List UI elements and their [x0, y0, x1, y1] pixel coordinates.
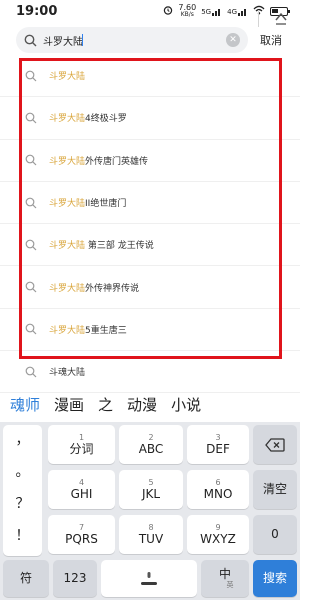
candidate-word[interactable]: 之: [98, 394, 113, 415]
symbol-key-question[interactable]: ？: [3, 493, 42, 513]
net-speed: 7.60 KB/s: [178, 3, 197, 19]
status-time: 19:00: [16, 3, 58, 19]
cancel-button[interactable]: 取消: [260, 32, 282, 48]
zero-key[interactable]: 0: [253, 515, 297, 554]
suggestion-match: 斗罗大陆: [49, 283, 86, 294]
search-box[interactable]: 斗罗大陆 ✕: [16, 27, 248, 53]
clear-search-icon[interactable]: ✕: [226, 33, 240, 47]
suggestion-text: 外传神界传说: [85, 283, 140, 294]
symbol-column[interactable]: ， 。 ？ ！: [3, 425, 42, 556]
keyboard: ， 。 ？ ！ 1 分词 2 ABC 3 DEF 4 GHI 5 JKL 6 M…: [0, 422, 300, 600]
suggestion-item[interactable]: 斗罗大陆 外传神界传说: [0, 266, 300, 309]
language-switch-key[interactable]: 中 英: [201, 560, 249, 597]
candidate-word[interactable]: 魂师: [10, 394, 40, 415]
alarm-icon: [163, 5, 173, 17]
wifi-icon: [253, 5, 265, 17]
candidate-word[interactable]: 小说: [171, 394, 201, 415]
key-6[interactable]: 6 MNO: [187, 470, 249, 509]
search-icon: [25, 366, 37, 378]
search-icon: [25, 70, 37, 82]
suggestion-item[interactable]: 斗罗大陆 II绝世唐门: [0, 182, 300, 225]
search-header: 斗罗大陆 ✕ 取消: [0, 26, 300, 54]
search-icon: [25, 197, 37, 209]
suggestion-text: 第三部 龙王传说: [85, 241, 154, 252]
status-bar: 19:00 7.60 KB/s 5G 4G: [0, 0, 300, 22]
search-icon: [25, 112, 37, 124]
suggestion-match: 斗罗大陆: [49, 72, 86, 83]
text-cursor: [82, 34, 83, 46]
suggestion-match: 斗罗大陆: [49, 325, 86, 336]
search-icon: [25, 239, 37, 251]
space-key[interactable]: [101, 560, 197, 597]
search-icon: [25, 323, 37, 335]
key-9[interactable]: 9 WXYZ: [187, 515, 249, 554]
suggestion-match: 斗罗大陆: [49, 199, 86, 210]
key-8[interactable]: 8 TUV: [119, 515, 183, 554]
suggestion-item[interactable]: 斗罗大陆 4终极斗罗: [0, 97, 300, 140]
suggestion-match: 斗罗大陆: [49, 156, 86, 167]
suggestion-list: 斗罗大陆 斗罗大陆 4终极斗罗 斗罗大陆 外传唐门英雄传 斗罗大陆 II绝世唐门 斗罗大陆 第…: [0, 55, 300, 394]
key-5[interactable]: 5 JKL: [119, 470, 183, 509]
key-3[interactable]: 3 DEF: [187, 425, 249, 464]
key-1[interactable]: 1 分词: [48, 425, 115, 464]
symbol-key-comma[interactable]: ，: [3, 429, 42, 449]
search-key[interactable]: 搜索: [253, 560, 297, 597]
key-4[interactable]: 4 GHI: [48, 470, 115, 509]
suggestion-item[interactable]: 斗罗大陆 5重生唐三: [0, 309, 300, 352]
suggestion-item[interactable]: 斗罗大陆 外传唐门英雄传: [0, 140, 300, 182]
key-2[interactable]: 2 ABC: [119, 425, 183, 464]
suggestion-item[interactable]: 斗罗大陆 第三部 龙王传说: [0, 224, 300, 267]
symbol-switch-key[interactable]: 符: [3, 560, 49, 597]
search-icon: [25, 154, 37, 166]
search-icon: [24, 34, 37, 47]
candidate-bar: 魂师 漫画之动漫 小说: [0, 386, 300, 422]
backspace-icon: [265, 437, 285, 452]
number-switch-key[interactable]: 123: [53, 560, 97, 597]
search-input[interactable]: 斗罗大陆: [37, 29, 226, 51]
backspace-key[interactable]: [253, 425, 297, 464]
suggestion-match: 斗罗大陆: [49, 241, 86, 252]
candidate-word[interactable]: 动漫: [127, 394, 157, 415]
key-7[interactable]: 7 PQRS: [48, 515, 115, 554]
clear-key[interactable]: 清空: [253, 470, 297, 509]
suggestion-text: 5重生唐三: [85, 325, 127, 336]
suggestion-text: II绝世唐门: [85, 199, 127, 210]
suggestion-text: 外传唐门英雄传: [85, 156, 149, 167]
signal-4g-icon: 4G: [227, 7, 248, 16]
symbol-key-exclaim[interactable]: ！: [3, 525, 42, 545]
search-icon: [25, 281, 37, 293]
suggestion-item[interactable]: 斗罗大陆: [0, 55, 300, 98]
microphone-icon: [141, 572, 157, 585]
suggestion-text: 4终极斗罗: [85, 114, 127, 125]
candidate-divider: [258, 10, 259, 27]
candidate-word[interactable]: 漫画: [54, 394, 84, 415]
collapse-candidates-icon[interactable]: [274, 10, 288, 30]
status-icons: 7.60 KB/s 5G 4G: [163, 3, 290, 19]
signal-5g-icon: 5G: [201, 7, 222, 16]
suggestion-match: 斗罗大陆: [49, 114, 86, 125]
symbol-key-period[interactable]: 。: [3, 461, 42, 481]
suggestion-text: 斗魂大陆: [49, 368, 86, 379]
